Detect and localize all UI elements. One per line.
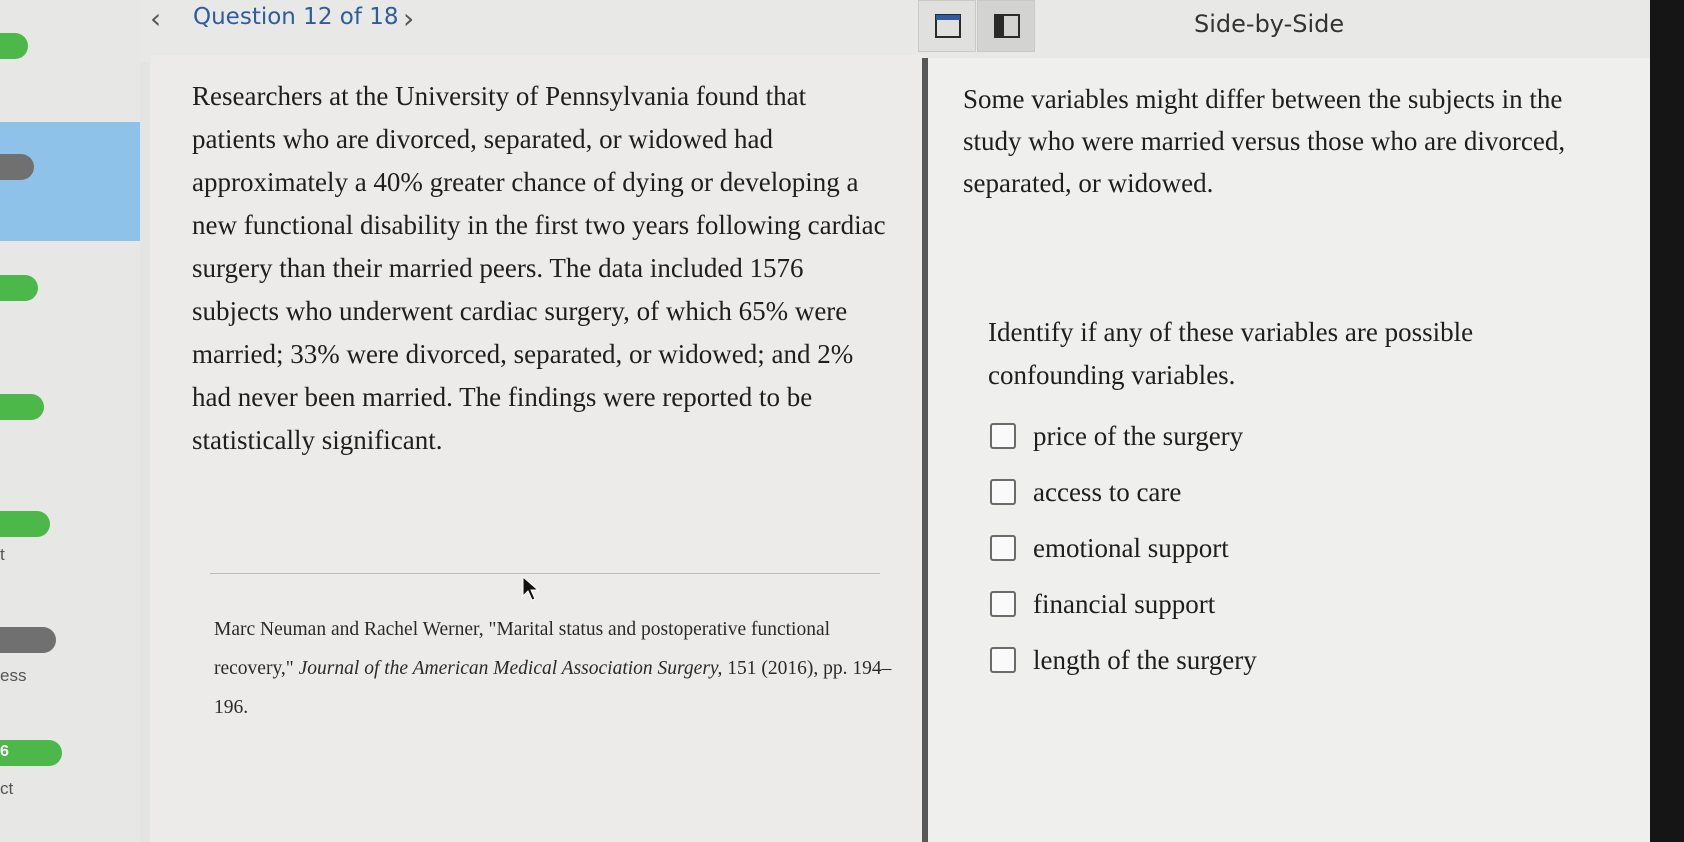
sidebar-status-pill[interactable] — [0, 33, 28, 59]
sidebar-status-pill[interactable] — [0, 154, 34, 180]
option-checkbox[interactable] — [990, 591, 1016, 617]
option-label: length of the surgery — [1033, 644, 1257, 675]
question-panel: Some variables might differ between the … — [928, 58, 1650, 842]
sidebar: t ess 6 ct — [0, 0, 140, 842]
option-label: emotional support — [1033, 532, 1229, 563]
question-context: Some variables might differ between the … — [963, 84, 1566, 198]
answer-option[interactable]: length of the surgery — [990, 632, 1257, 688]
sidebar-progress-pill[interactable]: 6 — [0, 740, 62, 766]
split-panel-icon — [994, 14, 1020, 38]
passage-panel: Researchers at the University of Pennsyl… — [150, 55, 925, 842]
question-toolbar: ‹ Question 12 of 18 › Side-by-Side — [140, 0, 1684, 62]
sidebar-status-pill[interactable] — [0, 394, 44, 420]
sidebar-status-pill[interactable] — [0, 627, 56, 653]
screen-bezel — [1650, 0, 1684, 842]
sidebar-selected-item[interactable] — [0, 122, 140, 241]
chevron-right-icon[interactable]: › — [403, 2, 414, 35]
option-label: access to care — [1033, 476, 1182, 507]
answer-option[interactable]: price of the surgery — [990, 408, 1257, 464]
citation: Marc Neuman and Rachel Werner, "Marital … — [214, 610, 894, 727]
single-panel-icon — [935, 14, 961, 38]
question-counter: Question 12 of 18 — [193, 4, 399, 30]
option-checkbox[interactable] — [990, 479, 1016, 505]
sidebar-label: ess — [0, 666, 27, 685]
citation-divider — [210, 573, 880, 574]
option-label: financial support — [1033, 588, 1216, 619]
answer-option[interactable]: financial support — [990, 576, 1257, 632]
single-layout-button[interactable] — [918, 0, 976, 52]
option-checkbox[interactable] — [990, 423, 1016, 449]
sidebar-edge-text: t — [0, 545, 5, 564]
side-by-side-layout-button[interactable] — [977, 0, 1035, 52]
question-prompt: Identify if any of these variables are p… — [988, 317, 1474, 390]
option-checkbox[interactable] — [990, 647, 1016, 673]
citation-journal: Journal of the American Medical Associat… — [298, 658, 723, 679]
passage-text: Researchers at the University of Pennsyl… — [192, 81, 886, 455]
sidebar-progress-label: 6 — [0, 743, 9, 760]
sidebar-status-pill[interactable] — [0, 511, 50, 537]
answer-option[interactable]: emotional support — [990, 520, 1257, 576]
sidebar-status-pill[interactable] — [0, 275, 38, 301]
answer-option[interactable]: access to care — [990, 464, 1257, 520]
sidebar-label: ct — [0, 779, 14, 798]
option-checkbox[interactable] — [990, 535, 1016, 561]
layout-label: Side-by-Side — [1194, 10, 1345, 38]
mouse-cursor-icon — [522, 576, 540, 601]
answer-options: price of the surgery access to care emot… — [990, 408, 1257, 688]
chevron-left-icon[interactable]: ‹ — [150, 2, 161, 35]
option-label: price of the surgery — [1033, 420, 1244, 451]
